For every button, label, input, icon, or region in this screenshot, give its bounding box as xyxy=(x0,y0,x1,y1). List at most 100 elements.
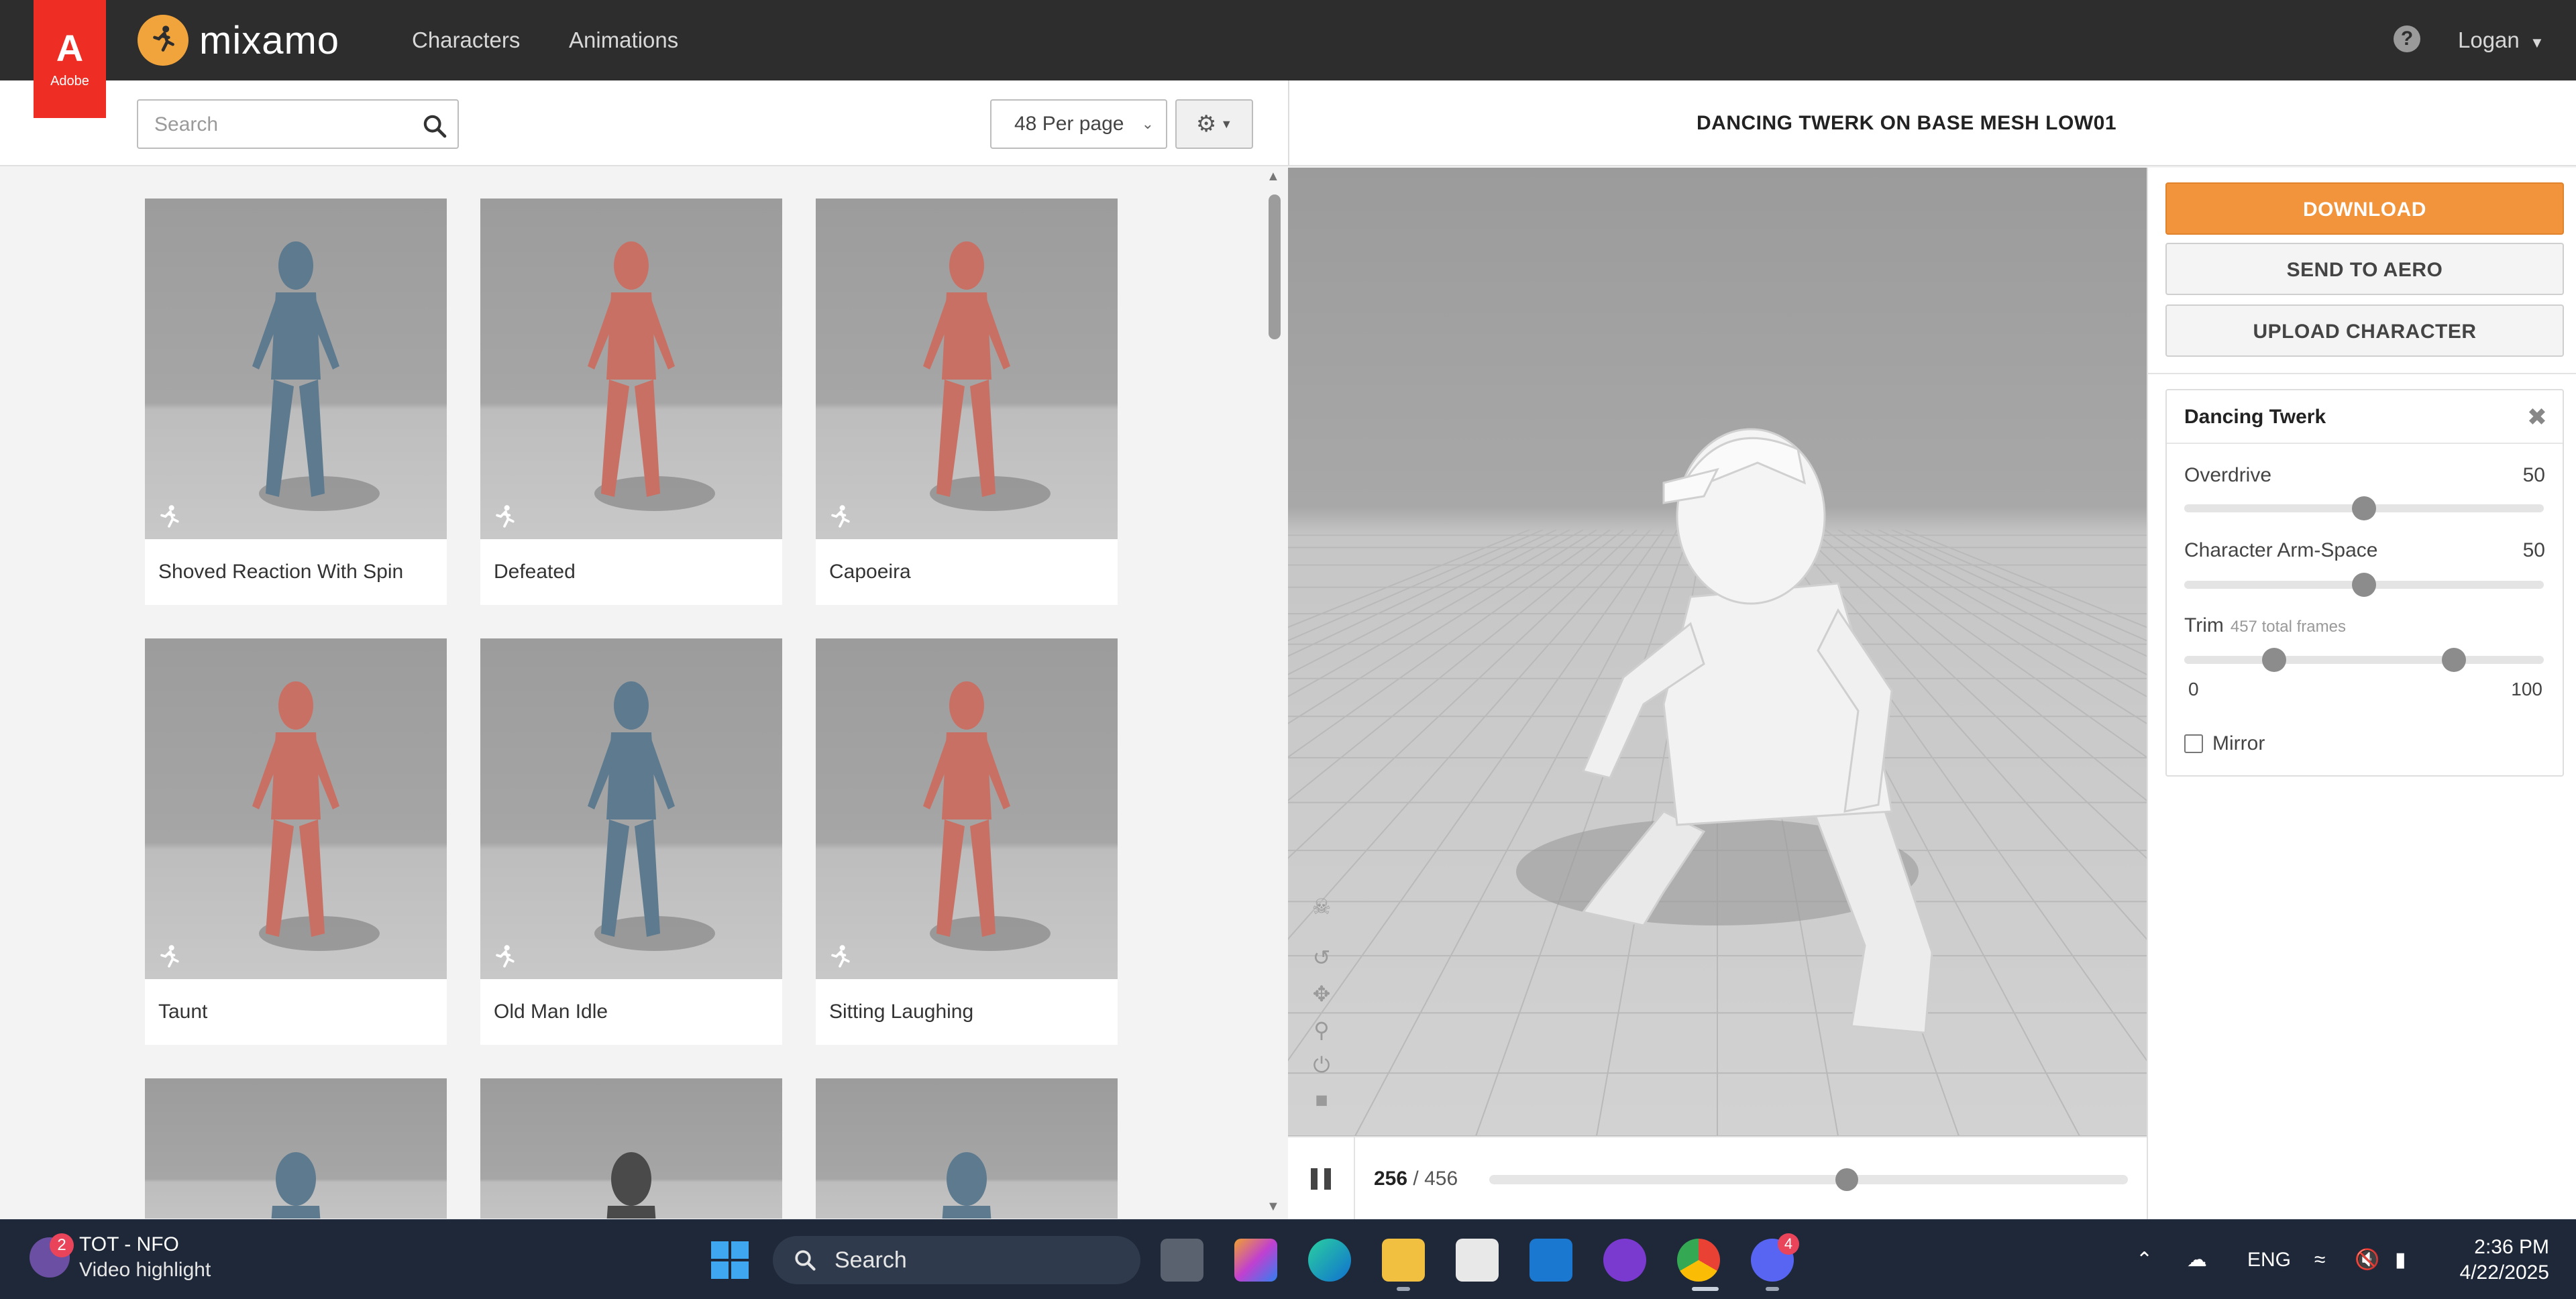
close-icon[interactable]: ✖ xyxy=(2524,404,2551,431)
arm-space-label: Character Arm-Space xyxy=(2184,539,2378,561)
github-icon[interactable] xyxy=(1603,1239,1646,1282)
character-figure xyxy=(588,241,715,511)
animation-thumbnail xyxy=(480,638,782,979)
caret-down-icon: ▼ xyxy=(1220,117,1233,131)
chrome-browser-icon[interactable] xyxy=(1677,1239,1720,1282)
taskbar-search[interactable]: Search xyxy=(773,1236,1140,1284)
windows-taskbar: 2 TOT - NFO Video highlight Search 4 ⌃ ☁… xyxy=(0,1219,2576,1299)
nav-animations[interactable]: Animations xyxy=(569,0,678,80)
animation-thumbnail xyxy=(816,638,1118,979)
search-icon[interactable] xyxy=(421,113,448,139)
search-input[interactable] xyxy=(154,110,409,139)
settings-dropdown-button[interactable]: ⚙ ▼ xyxy=(1175,99,1253,149)
animation-card-label: Old Man Idle xyxy=(494,1001,608,1023)
adobe-logo[interactable]: A Adobe xyxy=(34,0,106,118)
volume-muted-icon[interactable]: 🔇 xyxy=(2355,1220,2379,1299)
3d-viewport[interactable]: ☠ ↺ ✥ ⚲ ⏻ ■ xyxy=(1288,168,2147,1136)
onedrive-cloud-icon[interactable]: ☁ xyxy=(2187,1220,2207,1299)
animation-card[interactable] xyxy=(145,1078,447,1219)
settings-header: Dancing Twerk ✖ xyxy=(2167,390,2563,444)
top-nav-bar xyxy=(0,0,2576,80)
character-figure xyxy=(252,681,380,951)
edge-browser-icon[interactable] xyxy=(1308,1239,1351,1282)
widget-avatar-icon: 2 xyxy=(30,1233,74,1278)
running-man-icon xyxy=(496,945,515,968)
settings-title: Dancing Twerk xyxy=(2184,406,2326,428)
animation-card[interactable] xyxy=(816,1078,1118,1219)
widget-subtitle: Video highlight xyxy=(79,1259,211,1281)
animation-thumbnail xyxy=(816,1078,1118,1219)
camera-icon[interactable]: ■ xyxy=(1308,1086,1335,1113)
divider xyxy=(1354,1137,1355,1221)
outlook-icon[interactable] xyxy=(1529,1239,1572,1282)
animation-thumbnail xyxy=(145,1078,447,1219)
character-figure xyxy=(252,241,380,511)
animation-card[interactable] xyxy=(480,1078,782,1219)
file-explorer-icon[interactable] xyxy=(1382,1239,1425,1282)
user-menu[interactable]: Logan ▼ xyxy=(2458,0,2544,80)
frame-counter: 256 / 456 xyxy=(1374,1168,1458,1190)
widget-title: TOT - NFO xyxy=(79,1233,179,1255)
scroll-up-arrow-icon[interactable]: ▲ xyxy=(1267,169,1280,184)
arm-space-slider[interactable] xyxy=(2184,573,2544,597)
running-man-icon xyxy=(160,505,179,528)
mixamo-wordmark: mixamo xyxy=(199,18,340,62)
animation-card-label: Taunt xyxy=(158,1001,208,1023)
running-man-icon xyxy=(496,505,515,528)
zoom-icon[interactable]: ⚲ xyxy=(1308,1017,1335,1043)
clock-date: 4/22/2025 xyxy=(2459,1261,2549,1284)
upload-character-button[interactable]: UPLOAD CHARACTER xyxy=(2165,304,2564,357)
per-page-select[interactable]: 48 Per page ⌄ xyxy=(990,99,1167,149)
trim-range-slider[interactable] xyxy=(2184,648,2544,672)
wifi-icon[interactable]: ≈ xyxy=(2314,1220,2325,1299)
adobe-logo-text: Adobe xyxy=(50,73,89,89)
mirror-checkbox[interactable] xyxy=(2184,734,2203,753)
running-man-icon xyxy=(831,945,850,968)
pan-icon[interactable]: ✥ xyxy=(1308,980,1335,1007)
mirror-option[interactable]: Mirror xyxy=(2184,732,2265,755)
gear-icon: ⚙ xyxy=(1195,111,1217,137)
nav-characters[interactable]: Characters xyxy=(412,0,520,80)
download-button[interactable]: DOWNLOAD xyxy=(2165,182,2564,235)
overdrive-slider[interactable] xyxy=(2184,496,2544,520)
discord-icon[interactable]: 4 xyxy=(1751,1233,1799,1282)
widgets-button[interactable]: 2 TOT - NFO Video highlight xyxy=(30,1232,211,1283)
battery-icon[interactable]: ▮ xyxy=(2395,1220,2406,1299)
animation-card[interactable]: Shoved Reaction With Spin xyxy=(145,199,447,605)
animation-thumbnail xyxy=(480,199,782,539)
animation-card[interactable]: Defeated xyxy=(480,199,782,605)
per-page-value: 48 Per page xyxy=(1014,113,1124,135)
trim-total-frames: 457 total frames xyxy=(2230,618,2346,636)
overdrive-label: Overdrive xyxy=(2184,464,2272,486)
character-figure xyxy=(942,1152,991,1219)
character-figure xyxy=(923,241,1051,511)
pause-icon[interactable] xyxy=(1309,1167,1332,1191)
tray-overflow-chevron-icon[interactable]: ⌃ xyxy=(2136,1220,2153,1299)
overdrive-slider-thumb[interactable] xyxy=(2352,496,2376,520)
language-indicator[interactable]: ENG xyxy=(2247,1220,2291,1299)
mixamo-logo[interactable]: mixamo xyxy=(138,12,339,68)
running-man-icon xyxy=(831,505,850,528)
scroll-down-arrow-icon[interactable]: ▼ xyxy=(1267,1199,1280,1215)
copilot-icon[interactable] xyxy=(1234,1239,1277,1282)
timeline-thumb[interactable] xyxy=(1835,1168,1859,1191)
skeleton-toggle-icon[interactable]: ☠ xyxy=(1308,893,1335,920)
help-icon[interactable]: ? xyxy=(2394,25,2420,52)
power-icon[interactable]: ⏻ xyxy=(1308,1052,1335,1078)
microsoft-store-icon[interactable] xyxy=(1456,1239,1499,1282)
animation-card[interactable]: Old Man Idle xyxy=(480,638,782,1045)
timeline-slider[interactable] xyxy=(1489,1168,2128,1191)
send-to-aero-button[interactable]: SEND TO AERO xyxy=(2165,243,2564,295)
trim-end-thumb[interactable] xyxy=(2442,648,2466,672)
animation-card[interactable]: Sitting Laughing xyxy=(816,638,1118,1045)
arm-space-slider-thumb[interactable] xyxy=(2352,573,2376,597)
animation-card[interactable]: Capoeira xyxy=(816,199,1118,605)
character-figure xyxy=(588,681,715,951)
task-view-icon[interactable] xyxy=(1161,1239,1203,1282)
animation-card[interactable]: Taunt xyxy=(145,638,447,1045)
trim-start-thumb[interactable] xyxy=(2262,648,2286,672)
scrollbar-thumb[interactable] xyxy=(1269,194,1281,339)
reset-view-icon[interactable]: ↺ xyxy=(1308,944,1335,971)
system-clock[interactable]: 2:36 PM 4/22/2025 xyxy=(2449,1235,2549,1286)
start-menu-icon[interactable] xyxy=(708,1239,751,1282)
